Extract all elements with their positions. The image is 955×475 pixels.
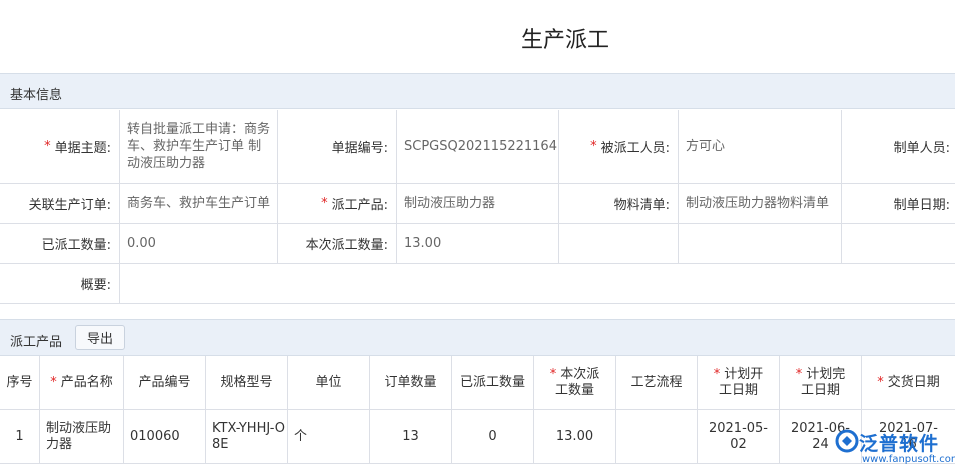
summary-field[interactable]	[120, 264, 955, 304]
table-header-cell[interactable]: * 计划开工日期	[698, 356, 780, 410]
fanpu-logo: 泛普软件 www.fanpusoft.com	[835, 429, 955, 469]
basic-info-label: 基本信息	[10, 88, 63, 103]
bom-field[interactable]: 制动液压助力器物料清单	[679, 184, 842, 224]
empty-cell	[842, 224, 955, 264]
required-mark: *	[590, 139, 597, 154]
table-header-cell[interactable]: 规格型号	[206, 356, 288, 410]
table-header-cell[interactable]: 产品编号	[124, 356, 206, 410]
assignee-field[interactable]: 方可心	[679, 110, 842, 184]
dispatched-qty-cell[interactable]: 0	[452, 410, 534, 464]
plan-start-cell[interactable]: 2021-05-02	[698, 410, 780, 464]
required-mark: *	[44, 139, 51, 154]
required-mark: *	[321, 196, 328, 211]
doc-no-field[interactable]: SCPGSQ202115221164	[397, 110, 559, 184]
bom-label: 物料清单:	[559, 184, 679, 224]
dispatched-qty-field[interactable]: 0.00	[120, 224, 278, 264]
subject-label: * 单据主题:	[0, 110, 120, 184]
required-mark: *	[795, 366, 803, 382]
required-mark: *	[50, 374, 57, 390]
fanpu-brand-text: 泛普软件	[859, 433, 940, 455]
created-date-label: 制单日期:	[842, 184, 955, 224]
creator-label: 制单人员:	[842, 110, 955, 184]
page-title: 生产派工	[520, 28, 609, 53]
current-qty-cell[interactable]: 13.00	[534, 410, 616, 464]
export-button[interactable]: 导出	[75, 325, 125, 350]
fanpu-logo-icon	[835, 429, 859, 453]
product-label: * 派工产品:	[278, 184, 397, 224]
related-order-label: 关联生产订单:	[0, 184, 120, 224]
table-header-cell[interactable]: * 本次派工数量	[534, 356, 616, 410]
doc-no-label: 单据编号:	[278, 110, 397, 184]
product-code-cell[interactable]: 010060	[124, 410, 206, 464]
empty-cell	[559, 224, 679, 264]
process-cell[interactable]	[616, 410, 698, 464]
required-mark: *	[713, 366, 721, 382]
current-qty-label: 本次派工数量:	[278, 224, 397, 264]
required-mark: *	[549, 366, 557, 382]
unit-cell[interactable]: 个	[288, 410, 370, 464]
products-section-header: 派工产品	[0, 319, 955, 356]
table-header-cell[interactable]: 单位	[288, 356, 370, 410]
related-order-field[interactable]: 商务车、救护车生产订单	[120, 184, 278, 224]
current-qty-field[interactable]: 13.00	[397, 224, 559, 264]
assignee-label: * 被派工人员:	[559, 110, 679, 184]
summary-label: 概要:	[0, 264, 120, 304]
table-header-cell[interactable]: * 产品名称	[40, 356, 124, 410]
subject-field[interactable]: 转自批量派工申请：商务车、救护车生产订单 制动液压助力器	[120, 110, 278, 184]
product-name-cell[interactable]: 制动液压助力器	[40, 410, 124, 464]
table-header-cell[interactable]: 已派工数量	[452, 356, 534, 410]
spec-cell[interactable]: KTX-YHHJ-O8E	[206, 410, 288, 464]
table-header-cell[interactable]: 订单数量	[370, 356, 452, 410]
table-header-cell[interactable]: * 计划完工日期	[780, 356, 862, 410]
table-header-cell[interactable]: * 交货日期	[862, 356, 955, 410]
required-mark: *	[877, 374, 884, 390]
fanpu-url-text: www.fanpusoft.com	[862, 454, 955, 465]
products-section-label: 派工产品	[10, 335, 63, 350]
table-header-cell[interactable]: 序号	[0, 356, 40, 410]
row-index-cell: 1	[0, 410, 40, 464]
product-field[interactable]: 制动液压助力器	[397, 184, 559, 224]
order-qty-cell[interactable]: 13	[370, 410, 452, 464]
basic-info-section-header[interactable]: 基本信息	[0, 73, 955, 109]
table-header-cell[interactable]: 工艺流程	[616, 356, 698, 410]
empty-cell	[679, 224, 842, 264]
dispatched-qty-label: 已派工数量:	[0, 224, 120, 264]
